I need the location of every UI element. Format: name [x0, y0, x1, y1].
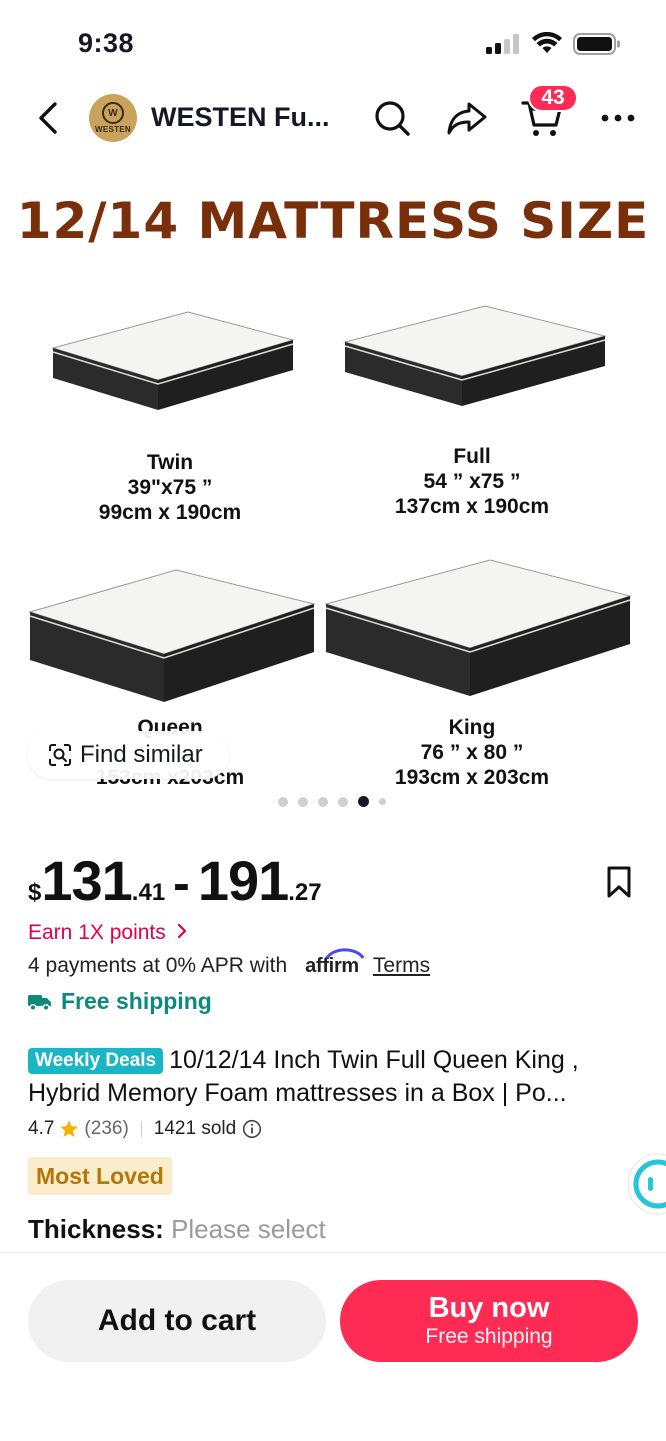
rating-value: 4.7: [28, 1118, 55, 1139]
chevron-right-icon: [177, 923, 186, 939]
divider: [140, 1121, 142, 1137]
wifi-icon: [532, 32, 562, 53]
carousel-dot[interactable]: [298, 796, 308, 807]
carousel-dot[interactable]: [379, 798, 386, 805]
size-label-king: King 76 ” x 80 ” 193cm x 203cm: [372, 715, 572, 790]
add-to-cart-button[interactable]: Add to cart: [28, 1280, 326, 1362]
thickness-selector[interactable]: Thickness: Please select: [28, 1214, 326, 1245]
bookmark-icon: [607, 866, 631, 898]
thickness-label: Thickness:: [28, 1214, 164, 1244]
share-icon: [447, 102, 487, 135]
free-shipping-label: Free shipping: [61, 988, 212, 1014]
size-inches: 39"x75 ”: [127, 476, 213, 499]
product-title[interactable]: Weekly Deals 10/12/14 Inch Twin Full Quee…: [28, 1044, 640, 1110]
assistant-chat-icon[interactable]: [626, 1152, 666, 1216]
size-cm: 99cm x 190cm: [98, 501, 242, 524]
search-button[interactable]: [371, 97, 413, 139]
earn-points-label: Earn 1X points: [28, 921, 166, 944]
image-search-icon: [49, 744, 71, 766]
buy-now-label: Buy now: [428, 1292, 550, 1324]
share-button[interactable]: [445, 97, 489, 139]
more-icon: [601, 114, 635, 122]
free-shipping-row: Free shipping: [28, 988, 212, 1015]
product-title-line-2: Hybrid Memory Foam mattresses in a Box |…: [28, 1079, 567, 1107]
find-similar-button[interactable]: Find similar: [28, 731, 229, 779]
truck-icon: [28, 994, 51, 1011]
size-cm: 193cm x 203cm: [394, 766, 550, 789]
back-icon: [39, 102, 57, 134]
bookmark-button[interactable]: [600, 862, 638, 902]
mattress-image-king: [324, 559, 632, 696]
more-options-button[interactable]: [598, 104, 638, 132]
price-min-fraction: .41: [131, 879, 166, 906]
status-time: 9:38: [78, 28, 135, 58]
info-icon[interactable]: [242, 1119, 262, 1139]
payments-text: 4 payments at 0% APR with: [28, 954, 288, 977]
back-button[interactable]: [28, 96, 68, 140]
cellular-signal-icon: [486, 34, 519, 54]
buy-now-sublabel: Free shipping: [425, 1325, 553, 1348]
carousel-dots: [278, 796, 386, 807]
shop-logo-mark: W: [102, 102, 124, 124]
shop-name[interactable]: WESTEN Fu...: [151, 102, 330, 133]
image-title: 12/14 MATTRESS SIZE: [16, 192, 650, 250]
size-label-full: Full 54 ” x75 ” 137cm x 190cm: [372, 444, 572, 519]
battery-icon: [573, 33, 620, 55]
mattress-image-twin: [51, 311, 295, 410]
rating-row[interactable]: 4.7 (236) 1421 sold: [28, 1118, 262, 1140]
affirm-logo: affirm: [305, 947, 365, 978]
size-label-twin: Twin 39"x75 ” 99cm x 190cm: [70, 450, 270, 525]
installment-payments: 4 payments at 0% APR with affirm Terms: [28, 947, 430, 978]
price-currency: $: [28, 879, 42, 906]
thickness-value: Please select: [171, 1214, 326, 1244]
price-range: $ 131 .41 - 191 .27: [28, 848, 322, 913]
price-max-fraction: .27: [288, 879, 322, 906]
size-inches: 54 ” x75 ”: [423, 470, 521, 493]
carousel-dot[interactable]: [338, 796, 348, 807]
mattress-image-queen: [28, 569, 316, 702]
price-separator: -: [173, 855, 190, 911]
search-icon: [375, 101, 410, 136]
carousel-dot-active[interactable]: [358, 796, 369, 807]
carousel-dot[interactable]: [318, 796, 328, 807]
shop-logo[interactable]: W WESTEN: [89, 94, 137, 142]
terms-link[interactable]: Terms: [373, 954, 430, 978]
shop-logo-text: WESTEN: [94, 125, 132, 134]
most-loved-tag: Most Loved: [28, 1157, 172, 1195]
product-title-text-1: 10/12/14 Inch Twin Full Queen King ,: [169, 1046, 579, 1074]
star-icon: [60, 1120, 79, 1137]
size-inches: 76 ” x 80 ”: [420, 741, 524, 764]
carousel-dot[interactable]: [278, 796, 288, 807]
sold-count: 1421 sold: [153, 1118, 237, 1139]
rating-count: (236): [84, 1118, 129, 1139]
buy-now-button[interactable]: Buy now Free shipping: [340, 1280, 638, 1362]
earn-points-link[interactable]: Earn 1X points: [28, 921, 188, 945]
weekly-deals-badge: Weekly Deals: [28, 1048, 164, 1074]
size-name: King: [448, 716, 496, 739]
size-name: Twin: [146, 451, 194, 474]
mattress-image-full: [343, 305, 607, 406]
product-title-line-1: Weekly Deals 10/12/14 Inch Twin Full Quee…: [28, 1044, 640, 1077]
cart-count-badge: 43: [528, 84, 578, 112]
price-max-whole: 191: [197, 849, 289, 912]
affirm-arc-icon: [325, 947, 365, 959]
find-similar-label: Find similar: [80, 741, 203, 768]
price-min-whole: 131: [41, 849, 132, 912]
size-cm: 137cm x 190cm: [394, 495, 550, 518]
size-name: Full: [453, 445, 491, 468]
